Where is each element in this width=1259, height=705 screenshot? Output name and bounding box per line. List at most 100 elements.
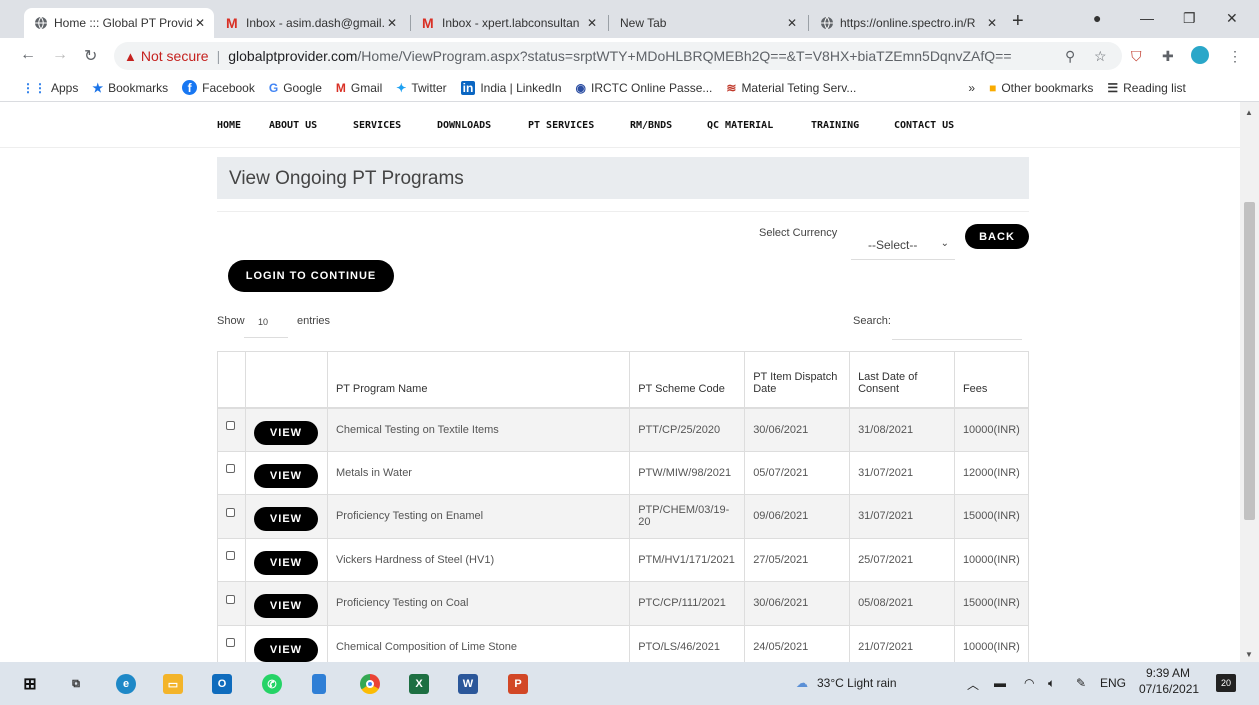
- col-header-dispatch-date[interactable]: PT Item Dispatch Date: [744, 351, 851, 409]
- close-icon[interactable]: ✕: [984, 16, 1000, 30]
- chevron-up-icon[interactable]: ︿: [967, 676, 979, 693]
- view-button[interactable]: VIEW: [253, 507, 318, 532]
- wifi-icon[interactable]: ◠: [1024, 676, 1034, 690]
- view-button[interactable]: VIEW: [253, 463, 318, 488]
- row-checkbox[interactable]: [226, 507, 235, 517]
- nav-about-us[interactable]: ABOUT US: [269, 120, 317, 131]
- bookmark-facebook[interactable]: f Facebook: [182, 80, 255, 95]
- chrome-icon[interactable]: [360, 674, 380, 694]
- bookmark-apps[interactable]: ⋮⋮ Apps: [22, 81, 78, 95]
- profile-dot-icon[interactable]: ●: [1093, 10, 1101, 26]
- row-checkbox[interactable]: [226, 421, 235, 431]
- bookmark-irctc[interactable]: ◉ IRCTC Online Passe...: [576, 81, 713, 95]
- view-button[interactable]: VIEW: [253, 594, 318, 619]
- bookmark-reading-list[interactable]: ☰ Reading list: [1107, 81, 1185, 95]
- login-to-continue-button[interactable]: LOGIN TO CONTINUE: [228, 260, 394, 292]
- outlook-icon[interactable]: O: [212, 674, 232, 694]
- scroll-up-icon[interactable]: ▲: [1245, 108, 1253, 117]
- tab-global-pt-provider[interactable]: Home ::: Global PT Provide ✕: [24, 8, 214, 38]
- minimize-icon[interactable]: —: [1140, 10, 1154, 26]
- avatar[interactable]: [1191, 46, 1209, 64]
- bookmark-material-testing[interactable]: ≋ Material Teting Serv...: [726, 81, 856, 95]
- window-close-icon[interactable]: ✕: [1226, 10, 1238, 27]
- consent-date: 31/08/2021: [849, 407, 955, 452]
- row-checkbox[interactable]: [226, 551, 235, 561]
- tab-gmail-inbox-2[interactable]: M Inbox - xpert.labconsultan ✕: [412, 8, 606, 38]
- nav-pt-services[interactable]: PT SERVICES: [528, 120, 594, 131]
- windows-start-icon[interactable]: ⊞: [20, 674, 40, 694]
- nav-downloads[interactable]: DOWNLOADS: [437, 120, 491, 131]
- bookmark-linkedin[interactable]: in India | LinkedIn: [460, 80, 562, 95]
- fees: 12000(INR): [953, 450, 1030, 495]
- weather-text[interactable]: 33°C Light rain: [817, 676, 897, 690]
- nav-rm-bnds[interactable]: RM/BNDS: [630, 120, 672, 131]
- bookmark-google[interactable]: G Google: [269, 81, 322, 95]
- tab-spectro[interactable]: https://online.spectro.in/R ✕: [810, 8, 1006, 38]
- zoom-icon[interactable]: ⚲: [1065, 48, 1075, 65]
- back-button[interactable]: BACK: [965, 224, 1029, 249]
- pen-icon[interactable]: ✎: [1076, 676, 1086, 690]
- page-scrollbar[interactable]: ▲ ▼: [1240, 102, 1259, 662]
- scheme-code: PTP/CHEM/03/19-20: [629, 494, 746, 539]
- address-bar[interactable]: ▲ Not secure | globalptprovider.com/Home…: [114, 42, 1122, 70]
- bookmark-other[interactable]: ■ Other bookmarks: [989, 81, 1093, 95]
- extension-shield-icon[interactable]: ⛉: [1131, 48, 1142, 65]
- col-header-consent-date[interactable]: Last Date of Consent: [849, 351, 955, 409]
- col-header-fees[interactable]: Fees: [953, 351, 1030, 409]
- nav-contact-us[interactable]: CONTACT US: [894, 120, 954, 131]
- restore-icon[interactable]: ❐: [1183, 10, 1196, 27]
- bookmark-bookmarks[interactable]: ★ Bookmarks: [92, 81, 168, 95]
- search-input[interactable]: [892, 310, 1022, 340]
- nav-home[interactable]: HOME: [217, 120, 241, 131]
- nav-services[interactable]: SERVICES: [353, 120, 401, 131]
- edge-icon[interactable]: e: [116, 674, 136, 694]
- currency-select[interactable]: --Select-- ⌄: [851, 228, 955, 260]
- forward-arrow-icon[interactable]: →: [52, 46, 68, 64]
- web-page: HOME ABOUT US SERVICES DOWNLOADS PT SERV…: [0, 102, 1240, 662]
- nav-qc-material[interactable]: QC MATERIAL: [707, 120, 773, 131]
- close-icon[interactable]: ✕: [784, 16, 800, 30]
- new-tab-plus-icon[interactable]: +: [1012, 10, 1024, 33]
- word-icon[interactable]: W: [458, 674, 478, 694]
- language-indicator[interactable]: ENG: [1100, 676, 1126, 690]
- scheme-code: PTW/MIW/98/2021: [629, 450, 746, 495]
- col-header-scheme-code[interactable]: PT Scheme Code: [629, 351, 746, 409]
- currency-selected-value: --Select--: [868, 238, 918, 252]
- row-checkbox[interactable]: [226, 464, 235, 474]
- powerpoint-icon[interactable]: P: [508, 674, 528, 694]
- excel-icon[interactable]: X: [409, 674, 429, 694]
- bookmark-star-icon[interactable]: ☆: [1094, 48, 1107, 65]
- phone-app-icon[interactable]: [312, 674, 326, 694]
- speaker-icon[interactable]: 🔈︎: [1048, 676, 1055, 691]
- reload-icon[interactable]: ↻: [84, 46, 97, 66]
- notification-badge[interactable]: 20: [1216, 674, 1236, 692]
- entries-select[interactable]: 10: [244, 308, 288, 338]
- consent-date: 31/07/2021: [849, 450, 955, 495]
- scroll-down-icon[interactable]: ▼: [1245, 650, 1253, 659]
- scrollbar-thumb[interactable]: [1244, 202, 1255, 520]
- view-button[interactable]: VIEW: [253, 420, 318, 445]
- menu-dots-icon[interactable]: ⋮: [1228, 48, 1242, 65]
- back-arrow-icon[interactable]: ←: [20, 46, 36, 64]
- file-explorer-icon[interactable]: ▭: [163, 674, 183, 694]
- bookmark-gmail[interactable]: M Gmail: [336, 81, 382, 95]
- battery-icon[interactable]: ▬: [994, 676, 1006, 690]
- col-header-program-name[interactable]: PT Program Name: [326, 351, 631, 409]
- task-view-icon[interactable]: ⧉: [66, 674, 86, 694]
- row-checkbox[interactable]: [226, 594, 235, 604]
- whatsapp-icon[interactable]: ✆: [262, 674, 282, 694]
- view-button[interactable]: VIEW: [253, 637, 318, 662]
- close-icon[interactable]: ✕: [192, 16, 208, 30]
- close-icon[interactable]: ✕: [384, 16, 400, 30]
- clock[interactable]: 9:39 AM 07/16/2021: [1139, 666, 1199, 696]
- tab-new-tab[interactable]: New Tab ✕: [610, 8, 806, 38]
- close-icon[interactable]: ✕: [584, 16, 600, 30]
- row-checkbox[interactable]: [226, 638, 235, 648]
- extensions-puzzle-icon[interactable]: ✚: [1162, 48, 1174, 65]
- nav-training[interactable]: TRAINING: [811, 120, 859, 131]
- consent-date: 21/07/2021: [849, 624, 955, 662]
- view-button[interactable]: VIEW: [253, 550, 318, 575]
- bookmark-more[interactable]: »: [968, 81, 975, 95]
- bookmark-twitter[interactable]: ✦ Twitter: [396, 81, 446, 95]
- tab-gmail-inbox-1[interactable]: M Inbox - asim.dash@gmail. ✕: [216, 8, 406, 38]
